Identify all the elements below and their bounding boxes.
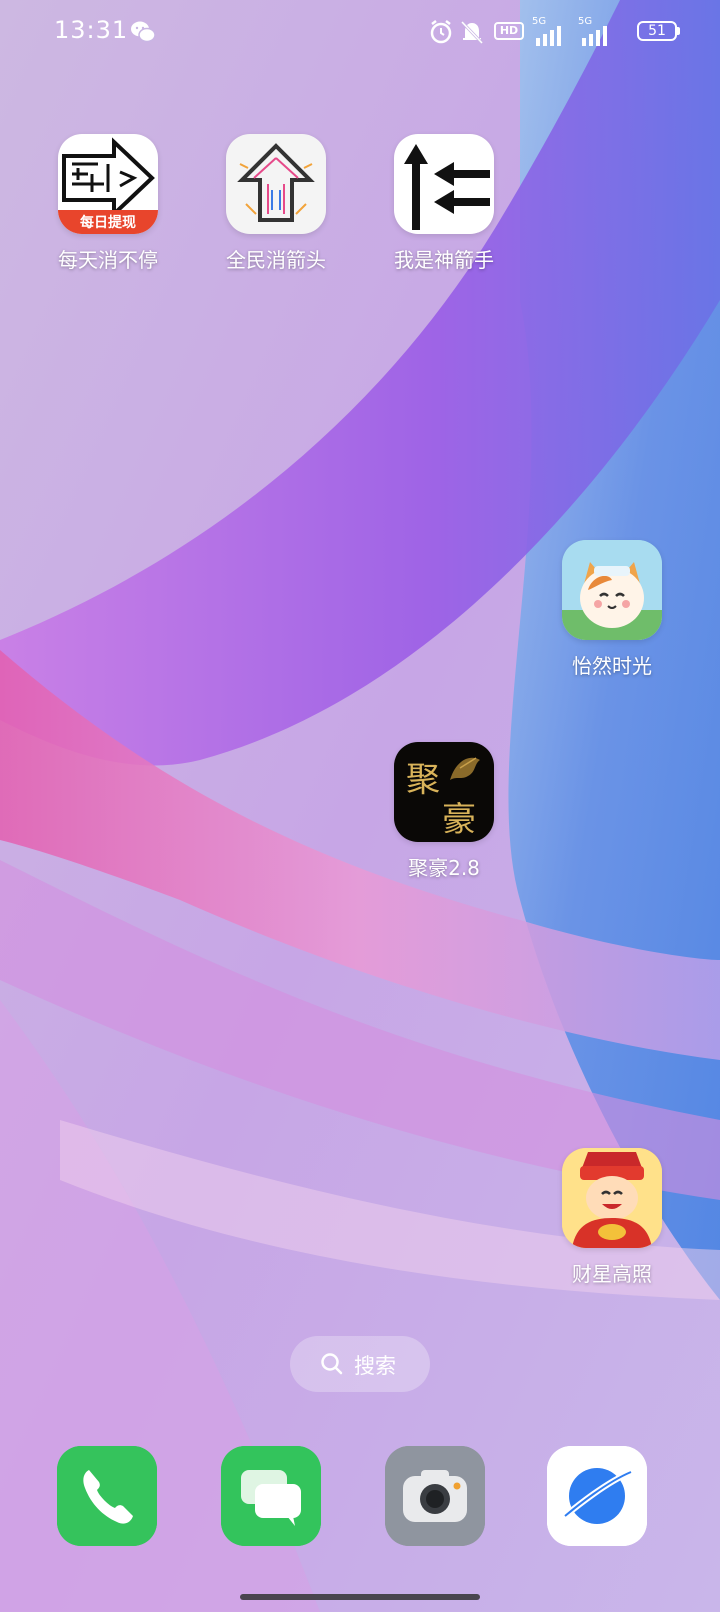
app-label: 全民消箭头 [226,248,326,272]
status-bar: 13:31 HD 5G 5G 51 [0,0,720,66]
5g-signal-icon: 5G [532,16,564,46]
browser-icon [547,1446,647,1546]
wechat-icon [131,21,156,43]
app-meitian-xiaobuting[interactable]: 每日提现 每天消不停 [43,134,173,273]
5g-signal-icon: 5G [574,16,610,46]
app-badge-text: 每日提现 [80,215,136,231]
app-label: 怡然时光 [572,654,652,678]
messages-app[interactable] [221,1446,321,1546]
phone-app[interactable] [57,1446,157,1546]
app-label: 我是神箭手 [394,248,494,272]
search-button[interactable]: 搜索 [290,1336,430,1392]
camera-icon [385,1446,485,1546]
app-woshi-shenjianshou[interactable]: 我是神箭手 [379,134,509,273]
search-icon [321,1353,343,1375]
messages-icon [221,1446,321,1546]
juhao-glyph-2: 豪 [442,800,476,840]
app-yiran-shiguang[interactable]: 怡然时光 [547,540,677,679]
phone-icon [57,1446,157,1546]
hd-icon: HD [494,22,524,40]
status-time: 13:31 [54,16,129,44]
juhao-app-icon: 聚 豪 [394,742,494,842]
app-label: 聚豪2.8 [408,856,480,880]
browser-app[interactable] [547,1446,647,1546]
app-juhao[interactable]: 聚 豪 聚豪2.8 [379,742,509,881]
camera-app[interactable] [385,1446,485,1546]
app-label: 财星高照 [572,1262,652,1286]
home-indicator[interactable] [240,1594,480,1600]
juhao-glyph-1: 聚 [406,760,440,800]
battery-cap [677,27,680,35]
app-caixing-gaozhao[interactable]: 财星高照 [547,1148,677,1287]
app-quanmin-xiaojiantou[interactable]: 全民消箭头 [211,134,341,273]
search-label: 搜索 [354,1354,396,1378]
fortune-god-app-icon [562,1148,662,1248]
up-arrow-app-icon [226,134,326,234]
alarm-icon [430,20,452,44]
arrows-app-icon [394,134,494,234]
dragon-icon [450,757,480,780]
maze-arrow-app-icon: 每日提现 [58,134,158,234]
app-label: 每天消不停 [58,248,158,272]
mute-bell-icon [460,20,484,45]
battery-indicator: 51 [637,21,677,41]
cat-app-icon [562,540,662,640]
